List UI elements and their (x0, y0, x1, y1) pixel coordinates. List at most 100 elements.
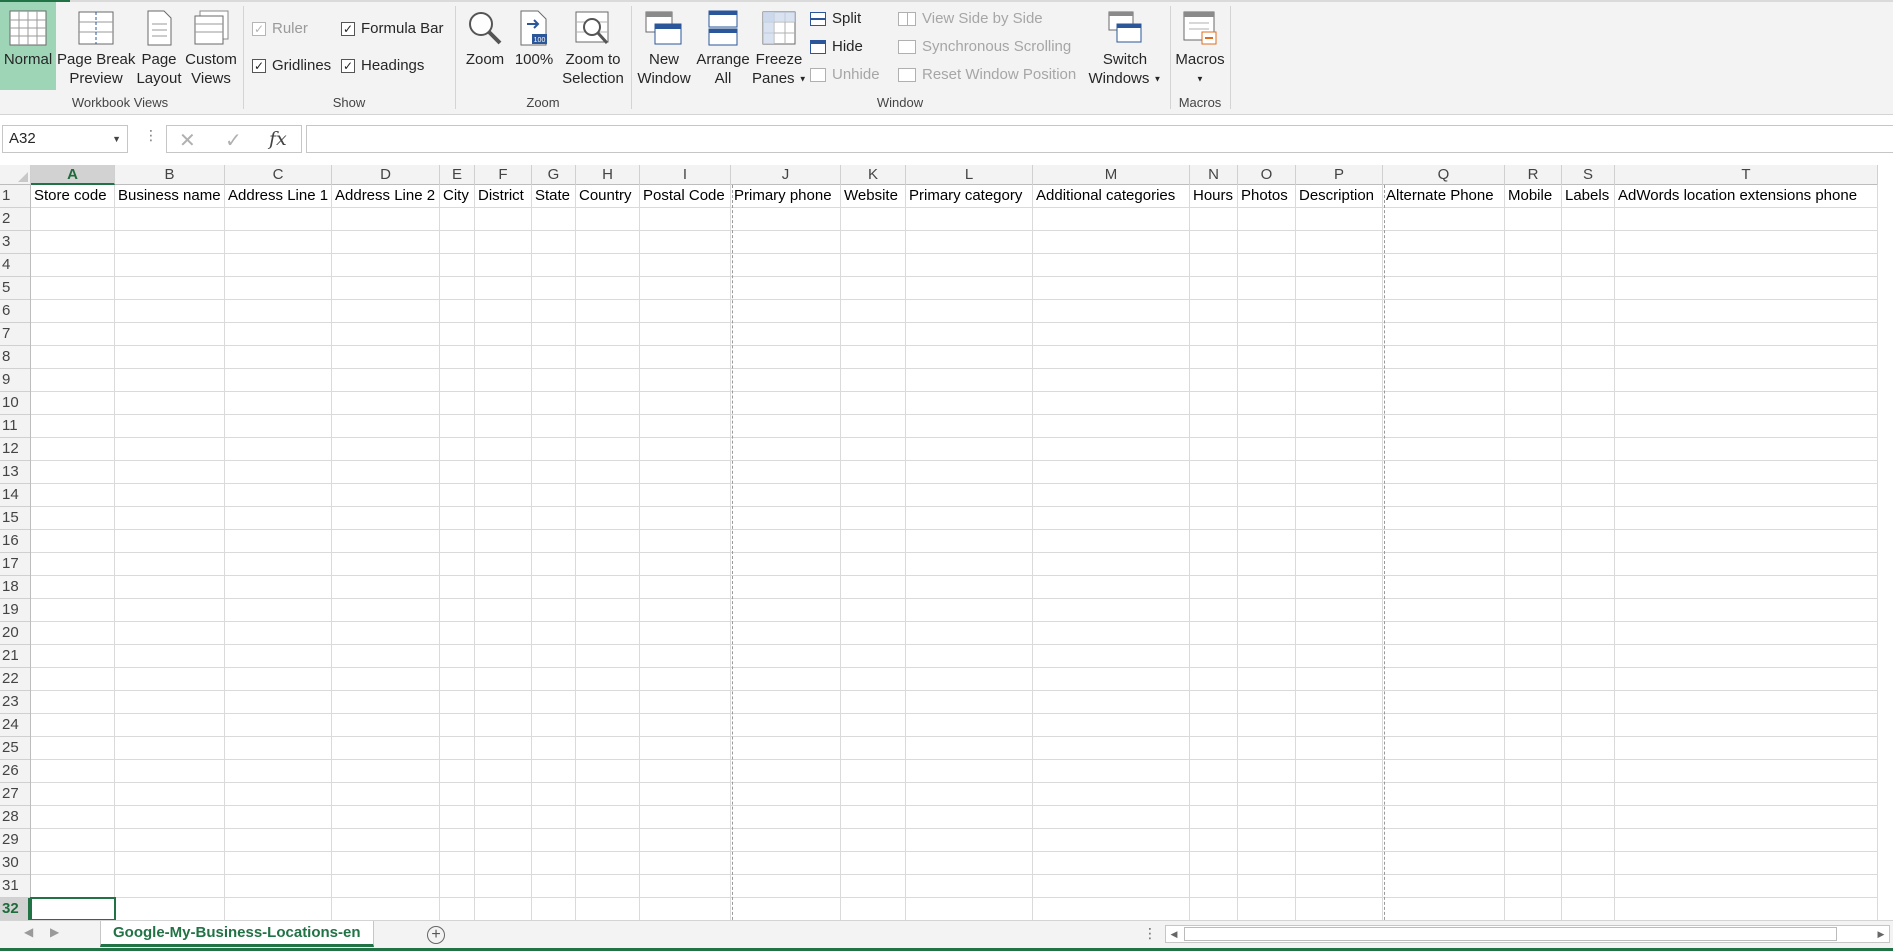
column-header-q[interactable]: Q (1383, 165, 1505, 185)
cell[interactable] (906, 645, 1033, 668)
header-cell[interactable]: Mobile (1505, 185, 1562, 208)
cell[interactable] (475, 484, 532, 507)
normal-view-button[interactable]: Normal (0, 2, 56, 90)
cell[interactable] (475, 691, 532, 714)
cell[interactable] (440, 507, 475, 530)
cell[interactable] (906, 438, 1033, 461)
cell[interactable] (1562, 254, 1615, 277)
row-header-9[interactable]: 9 (0, 369, 30, 392)
cell[interactable] (1033, 737, 1190, 760)
cell[interactable] (115, 438, 225, 461)
row-header-21[interactable]: 21 (0, 645, 30, 668)
cell[interactable] (1296, 783, 1383, 806)
cell[interactable] (225, 668, 332, 691)
cell[interactable] (1190, 323, 1238, 346)
cell[interactable] (1383, 254, 1505, 277)
cell[interactable] (440, 277, 475, 300)
cell[interactable] (576, 599, 640, 622)
cell[interactable] (1383, 806, 1505, 829)
cell[interactable] (115, 668, 225, 691)
cell[interactable] (1383, 530, 1505, 553)
cell[interactable] (1615, 783, 1878, 806)
cell[interactable] (1190, 668, 1238, 691)
cell[interactable] (440, 323, 475, 346)
cell[interactable] (532, 783, 576, 806)
header-cell[interactable]: Additional categories (1033, 185, 1190, 208)
cell[interactable] (1296, 806, 1383, 829)
cell[interactable] (841, 737, 906, 760)
cell[interactable] (1190, 415, 1238, 438)
row-header-28[interactable]: 28 (0, 806, 30, 829)
cell[interactable] (576, 392, 640, 415)
cell[interactable] (1033, 277, 1190, 300)
scroll-tabs-left-icon[interactable]: ◀ (24, 925, 33, 939)
cell[interactable] (225, 323, 332, 346)
cell[interactable] (640, 576, 731, 599)
cell[interactable] (1238, 875, 1296, 898)
cell[interactable] (1190, 208, 1238, 231)
cell[interactable] (731, 806, 841, 829)
cell[interactable] (1033, 346, 1190, 369)
worksheet-grid[interactable]: ABCDEFGHIJKLMNOPQRST 1 2 3 4 5 6 7 8 9 10 11 12 13 14… (0, 165, 1893, 922)
row-header-25[interactable]: 25 (0, 737, 30, 760)
cell[interactable] (1238, 461, 1296, 484)
cell[interactable] (640, 714, 731, 737)
cell[interactable] (1190, 714, 1238, 737)
freeze-panes-button[interactable]: Freeze Panes ▼ (752, 2, 807, 90)
row-header-14[interactable]: 14 (0, 484, 30, 507)
cell[interactable] (1383, 622, 1505, 645)
cell[interactable] (1562, 300, 1615, 323)
cell[interactable] (1383, 507, 1505, 530)
cell[interactable] (731, 461, 841, 484)
cell[interactable] (532, 576, 576, 599)
cell[interactable] (1238, 254, 1296, 277)
cell[interactable] (225, 530, 332, 553)
cell[interactable] (440, 369, 475, 392)
cell[interactable] (576, 668, 640, 691)
zoom-100-button[interactable]: 100 100% (511, 2, 557, 90)
cell[interactable] (440, 553, 475, 576)
cell[interactable] (440, 622, 475, 645)
column-header-m[interactable]: M (1033, 165, 1190, 185)
cell[interactable] (1238, 645, 1296, 668)
cell[interactable] (640, 645, 731, 668)
cell[interactable] (1190, 737, 1238, 760)
cell[interactable] (906, 300, 1033, 323)
reset-window-position-button[interactable]: Reset Window Position (898, 66, 1076, 83)
cell[interactable] (731, 829, 841, 852)
cell[interactable] (640, 323, 731, 346)
cell[interactable] (532, 553, 576, 576)
cell[interactable] (640, 277, 731, 300)
column-header-s[interactable]: S (1562, 165, 1615, 185)
cell[interactable] (440, 415, 475, 438)
cell[interactable] (1615, 691, 1878, 714)
cell[interactable] (576, 829, 640, 852)
cell[interactable] (731, 622, 841, 645)
cell[interactable] (906, 691, 1033, 714)
cell[interactable] (841, 392, 906, 415)
cell[interactable] (906, 714, 1033, 737)
cell[interactable] (225, 277, 332, 300)
row-header-32[interactable]: 32 (0, 898, 30, 921)
cell[interactable] (532, 369, 576, 392)
cell[interactable] (31, 829, 115, 852)
cell[interactable] (841, 714, 906, 737)
header-cell[interactable]: Labels (1562, 185, 1615, 208)
cell[interactable] (640, 898, 731, 921)
cell[interactable] (1190, 691, 1238, 714)
cell[interactable] (640, 507, 731, 530)
cell[interactable] (1296, 415, 1383, 438)
cell[interactable] (1296, 622, 1383, 645)
cell[interactable] (640, 484, 731, 507)
header-cell[interactable]: City (440, 185, 475, 208)
column-header-p[interactable]: P (1296, 165, 1383, 185)
cell[interactable] (115, 691, 225, 714)
row-header-1[interactable]: 1 (0, 185, 30, 208)
cell[interactable] (332, 576, 440, 599)
cell[interactable] (532, 898, 576, 921)
cell[interactable] (1238, 898, 1296, 921)
cell[interactable] (906, 760, 1033, 783)
name-box[interactable]: A32 ▼ (2, 125, 128, 153)
formula-bar-checkbox[interactable]: ✓ Formula Bar (341, 20, 444, 37)
cell[interactable] (31, 783, 115, 806)
